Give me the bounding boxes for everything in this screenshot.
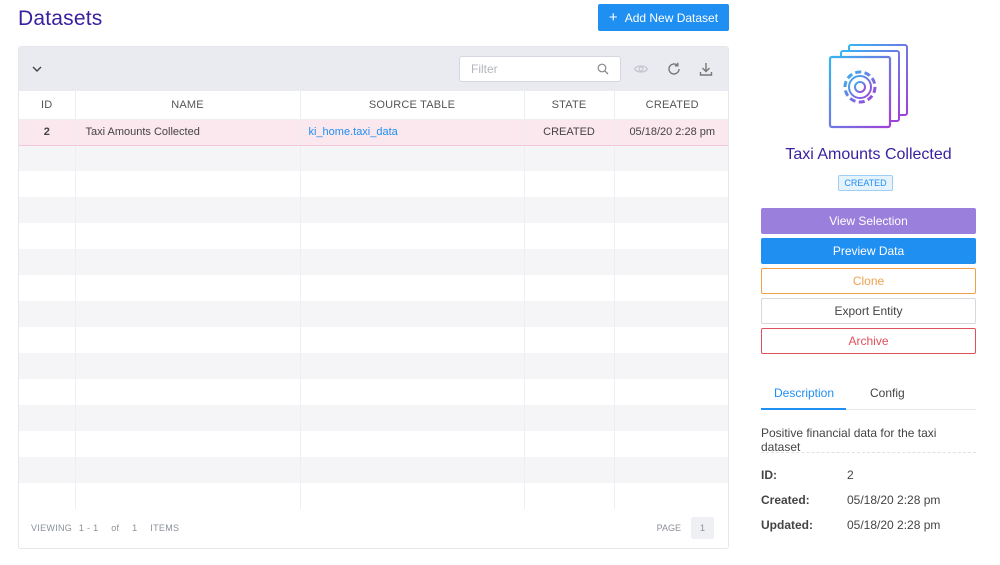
page-number-button[interactable]: 1 [691, 517, 714, 539]
empty-row [19, 145, 728, 171]
cell-name: Taxi Amounts Collected [75, 118, 301, 146]
cell-created: 05/18/20 2:28 pm [614, 118, 728, 146]
refresh-icon[interactable] [666, 61, 682, 77]
meta-created-value: 05/18/20 2:28 pm [847, 493, 941, 507]
meta-updated-value: 05/18/20 2:28 pm [847, 518, 941, 532]
page-label: PAGE [656, 523, 681, 533]
table-footer: VIEWING 1 - 1 of 1 ITEMS PAGE 1 [19, 508, 728, 548]
chevron-down-icon[interactable] [31, 63, 43, 75]
column-header-name[interactable]: NAME [75, 91, 301, 120]
meta-created-label: Created: [761, 493, 810, 507]
export-entity-button[interactable]: Export Entity [761, 298, 976, 324]
clone-button[interactable]: Clone [761, 268, 976, 294]
column-header-id[interactable]: ID [19, 91, 76, 120]
column-header-created[interactable]: CREATED [614, 91, 728, 120]
empty-row [19, 405, 728, 431]
tab-description[interactable]: Description [774, 386, 834, 400]
cell-state: CREATED [524, 118, 615, 146]
empty-row [19, 431, 728, 457]
datasets-table-panel: ID NAME SOURCE TABLE STATE CREATED 2 Tax… [18, 46, 729, 549]
view-selection-button[interactable]: View Selection [761, 208, 976, 234]
table-toolbar [19, 47, 728, 91]
empty-row [19, 483, 728, 509]
add-new-dataset-label: Add New Dataset [624, 10, 719, 25]
filter-input[interactable] [471, 57, 596, 81]
add-new-dataset-button[interactable]: + Add New Dataset [598, 4, 729, 31]
meta-updated-label: Updated: [761, 518, 813, 532]
column-header-state[interactable]: STATE [524, 91, 615, 120]
pagination-summary: VIEWING 1 - 1 of 1 ITEMS [31, 523, 180, 533]
detail-tabs: Description Config [761, 376, 976, 410]
empty-row [19, 301, 728, 327]
empty-row [19, 327, 728, 353]
empty-row [19, 457, 728, 483]
empty-row [19, 275, 728, 301]
dataset-description: Positive financial data for the taxi dat… [761, 426, 937, 454]
empty-row [19, 223, 728, 249]
empty-row [19, 249, 728, 275]
eye-icon[interactable] [633, 61, 649, 77]
empty-row [19, 171, 728, 197]
dataset-settings-icon [828, 44, 908, 129]
datasets-table: ID NAME SOURCE TABLE STATE CREATED 2 Tax… [19, 91, 728, 509]
empty-row [19, 379, 728, 405]
meta-id-value: 2 [847, 468, 854, 482]
entity-name: Taxi Amounts Collected [785, 146, 952, 163]
preview-data-button[interactable]: Preview Data [761, 238, 976, 264]
divider [761, 452, 976, 453]
meta-id-label: ID: [761, 468, 777, 482]
search-icon[interactable] [597, 63, 609, 75]
page-title: Datasets [18, 7, 103, 30]
archive-button[interactable]: Archive [761, 328, 976, 354]
filter-field [459, 56, 621, 82]
table-row[interactable]: 2 Taxi Amounts Collected ki_home.taxi_da… [19, 118, 728, 146]
plus-icon: + [608, 9, 618, 26]
tab-config[interactable]: Config [870, 386, 905, 400]
empty-row [19, 353, 728, 379]
cell-id: 2 [19, 118, 76, 146]
active-tab-indicator [761, 408, 846, 410]
cell-source-table-link[interactable]: ki_home.taxi_data [300, 118, 525, 146]
state-badge: CREATED [838, 175, 893, 191]
empty-row [19, 197, 728, 223]
download-icon[interactable] [698, 61, 714, 77]
column-header-source-table[interactable]: SOURCE TABLE [300, 91, 525, 120]
